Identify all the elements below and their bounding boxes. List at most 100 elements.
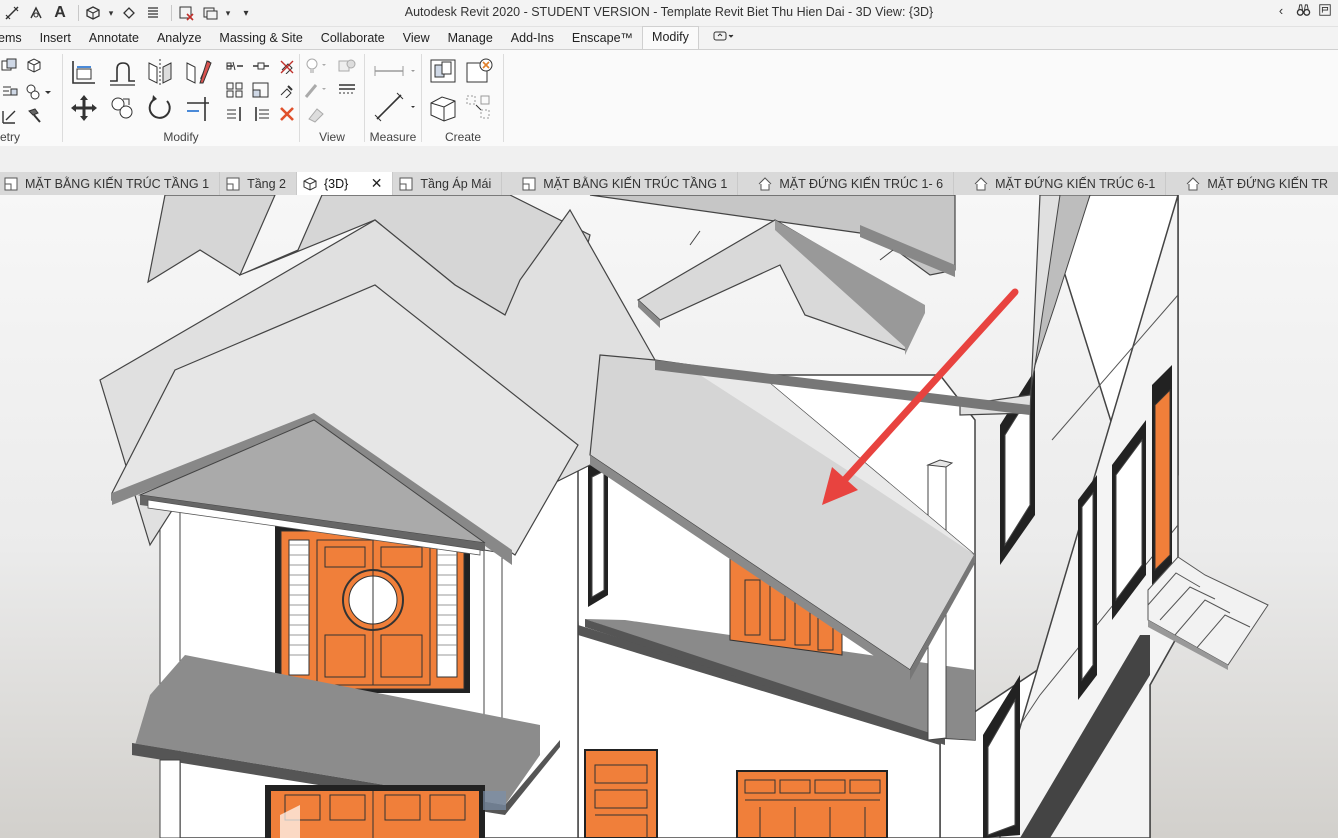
panel-divider (299, 54, 300, 142)
offset-button[interactable] (106, 56, 138, 88)
view-tab-bar: MẶT BẰNG KIẾN TRÚC TẦNG 1 Tầng 2 {3D} ✕ … (0, 172, 1338, 195)
align-arrows-icon (227, 107, 241, 121)
dropdown-arrow-icon[interactable]: ▾ (224, 3, 232, 23)
thin-lines-icon[interactable] (143, 3, 163, 23)
chevron-left-icon[interactable]: ‹ (1272, 3, 1290, 21)
trim-extend-corner-button[interactable] (182, 92, 214, 124)
group-icon (430, 96, 456, 122)
create-parts-button[interactable] (463, 56, 495, 86)
3d-viewport[interactable] (0, 195, 1338, 838)
delete-button[interactable] (276, 104, 298, 124)
mirror-pick-axis-button[interactable] (144, 56, 176, 88)
measure-between-references-button[interactable] (370, 58, 418, 84)
paint-button[interactable] (24, 82, 52, 102)
split-element-button[interactable] (224, 56, 246, 76)
move-icon (71, 95, 97, 121)
mirror-draw-axis-button[interactable] (182, 56, 214, 88)
delete-icon (280, 107, 294, 121)
text-icon[interactable]: A (50, 3, 70, 23)
rotate-button[interactable] (144, 92, 176, 124)
split-with-gap-button[interactable] (250, 56, 272, 76)
unpin-button[interactable] (276, 56, 298, 76)
eraser-icon (308, 108, 324, 123)
similar-icon (466, 95, 490, 119)
paint-view-button[interactable] (303, 104, 329, 124)
panel-toggle-button[interactable] (699, 27, 744, 49)
floor-plan-icon (226, 177, 240, 191)
panel-divider (62, 54, 63, 142)
ribbon-gap (0, 146, 1338, 172)
pin-icon (280, 85, 293, 98)
align-button[interactable] (68, 56, 100, 88)
3d-view-icon[interactable] (83, 3, 103, 23)
ribbon-tab-bar: ems Insert Annotate Analyze Massing & Si… (0, 26, 1338, 49)
dimension-icon[interactable] (26, 3, 46, 23)
tab-modify[interactable]: Modify (642, 26, 699, 49)
split-align-button[interactable] (224, 104, 246, 124)
tab-insert[interactable]: Insert (31, 27, 80, 49)
tab-view[interactable]: View (394, 27, 439, 49)
tab-collaborate[interactable]: Collaborate (312, 27, 394, 49)
wall-joins-icon (2, 110, 16, 124)
move-button[interactable] (68, 92, 100, 124)
wall-joins-button[interactable] (0, 106, 20, 126)
linework-button[interactable] (303, 80, 329, 100)
split-face-icon (3, 86, 18, 96)
view-tab-elevation-6-1[interactable]: MẶT ĐỨNG KIẾN TRÚC 6-1 (954, 172, 1167, 195)
tab-add-ins[interactable]: Add-Ins (502, 27, 563, 49)
aligned-dimension-button[interactable] (370, 90, 418, 124)
panel-view: View (301, 50, 363, 147)
split-face-button[interactable] (0, 82, 20, 102)
hide-lightbulb-button[interactable] (303, 56, 329, 76)
create-similar-button[interactable] (463, 92, 495, 124)
switch-windows-icon[interactable] (200, 3, 220, 23)
panel-divider (503, 54, 504, 142)
elevation-icon (974, 176, 988, 191)
view-tab-tang-2[interactable]: Tầng 2 (220, 172, 297, 195)
panel-measure-label: Measure (369, 130, 417, 144)
panel-toggle-icon (713, 31, 734, 41)
view-tab-label: {3D} (324, 176, 349, 191)
view-tab-elevation-partial[interactable]: MẶT ĐỨNG KIẾN TR (1166, 172, 1338, 195)
floor-plan-icon (4, 177, 18, 191)
tab-enscape[interactable]: Enscape™ (563, 27, 642, 49)
view-tab-floor-plan-1b[interactable]: MẶT BẰNG KIẾN TRÚC TẦNG 1 (502, 172, 739, 195)
close-icon[interactable]: ✕ (371, 175, 383, 192)
aligned-dimension-icon (374, 92, 415, 122)
demolish-button[interactable] (24, 106, 44, 126)
create-assembly-button[interactable] (427, 56, 459, 86)
offset-align-button[interactable] (250, 104, 272, 124)
view-tab-3d[interactable]: {3D} ✕ (297, 172, 394, 195)
copy-button[interactable] (106, 92, 138, 124)
view-tab-elevation-1-6[interactable]: MẶT ĐỨNG KIẾN TRÚC 1- 6 (738, 172, 955, 195)
flag-icon[interactable] (1316, 3, 1334, 21)
tab-annotate[interactable]: Annotate (80, 27, 148, 49)
title-right-controls: ‹ (1272, 3, 1334, 21)
close-hidden-icon[interactable] (176, 3, 196, 23)
array-button[interactable] (224, 80, 246, 100)
elevation-icon (758, 176, 772, 191)
dropdown-arrow-icon[interactable]: ▾ (107, 3, 115, 23)
panel-divider (364, 54, 365, 142)
view-tab-tang-ap-mai[interactable]: Tầng Áp Mái (393, 172, 503, 195)
view-tab-label: MẶT ĐỨNG KIẾN TRÚC 1- 6 (779, 176, 944, 191)
binoculars-icon[interactable] (1294, 3, 1312, 21)
tab-systems[interactable]: ems (0, 27, 31, 49)
tab-analyze[interactable]: Analyze (148, 27, 210, 49)
view-tab-label: Tầng Áp Mái (420, 176, 492, 191)
ribbon-panel: etry Modify View Measure Create (0, 49, 1338, 148)
tab-massing-site[interactable]: Massing & Site (210, 27, 311, 49)
join-geometry-button[interactable] (0, 56, 20, 76)
view-tab-label: MẶT ĐỨNG KIẾN TRÚC 6-1 (995, 176, 1156, 191)
measure-icon[interactable] (2, 3, 22, 23)
scale-button[interactable] (250, 80, 272, 100)
section-icon[interactable] (119, 3, 139, 23)
create-group-button[interactable] (427, 92, 459, 124)
customize-qat-icon[interactable]: ▾ (236, 3, 256, 23)
view-tab-floor-plan-1[interactable]: MẶT BẰNG KIẾN TRÚC TẦNG 1 (0, 172, 221, 195)
cut-geometry-button[interactable] (24, 56, 44, 76)
tab-manage[interactable]: Manage (439, 27, 502, 49)
pin-button[interactable] (276, 80, 298, 100)
filter-lines-button[interactable] (335, 80, 359, 100)
override-graphics-button[interactable] (335, 56, 359, 76)
